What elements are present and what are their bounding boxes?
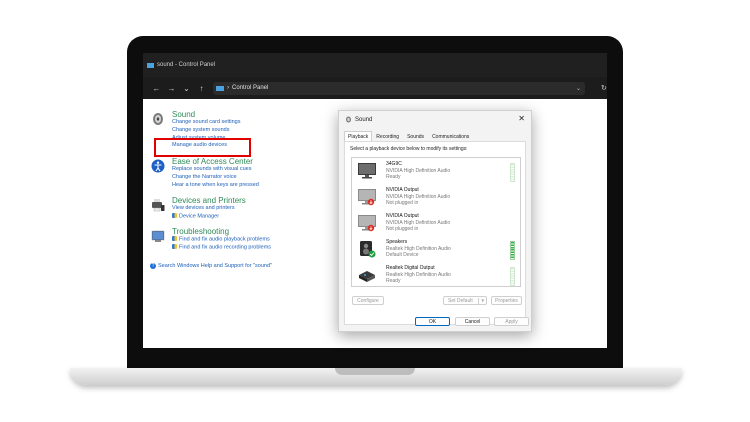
device-name: NVIDIA Output — [386, 213, 419, 219]
volume-level-meter — [510, 241, 515, 260]
shield-icon — [172, 212, 177, 218]
link-change-narrator-voice[interactable]: Change the Narrator voice — [172, 174, 332, 182]
device-name: NVIDIA Output — [386, 187, 419, 193]
link-hear-tone-keys[interactable]: Hear a tone when keys are pressed — [172, 182, 332, 190]
device-name: 34G9C — [386, 161, 402, 167]
speaker-icon — [153, 113, 163, 125]
address-bar: ← → ⌄ ↑ › Control Panel ⌄ ↻ — [143, 77, 607, 99]
control-panel-icon — [147, 62, 154, 68]
monitor-unplugged-icon — [358, 215, 376, 232]
device-status: Not plugged in — [386, 200, 419, 206]
address-dropdown-icon[interactable]: ⌄ — [576, 85, 581, 92]
device-driver: Realtek High Definition Audio — [386, 271, 451, 278]
window-titlebar: sound - Control Panel — [143, 53, 607, 77]
device-status: Ready — [386, 174, 401, 180]
device-driver: Realtek High Definition Audio — [386, 245, 451, 252]
up-arrow-icon[interactable]: ↑ — [194, 84, 209, 93]
laptop-notch — [335, 368, 415, 375]
link-replace-sounds-visual-cues[interactable]: Replace sounds with visual cues — [172, 166, 332, 174]
cancel-button[interactable]: Cancel — [455, 317, 490, 326]
link-view-devices-printers[interactable]: View devices and printers — [172, 205, 332, 213]
link-change-sound-card-settings[interactable]: Change sound card settings — [172, 119, 332, 127]
section-title-sound[interactable]: Sound — [172, 110, 332, 119]
speakers-default-icon — [360, 241, 376, 258]
ok-button[interactable]: OK — [415, 317, 450, 326]
help-icon: ? — [150, 263, 156, 269]
control-panel-folder-icon — [216, 85, 224, 91]
set-default-dropdown-icon[interactable]: ▾ — [478, 297, 484, 304]
volume-level-meter — [510, 163, 515, 182]
apply-button[interactable]: Apply — [494, 317, 529, 326]
highlight-box — [154, 138, 251, 157]
breadcrumb-control-panel[interactable]: Control Panel — [232, 85, 268, 91]
search-help-label: Search Windows Help and Support for "sou… — [158, 263, 272, 269]
device-item[interactable]: Realtek Digital Output Realtek High Defi… — [352, 264, 520, 290]
ease-of-access-icon — [151, 159, 165, 173]
refresh-icon[interactable]: ↻ — [601, 84, 607, 92]
speaker-icon — [346, 116, 351, 123]
window-title: sound - Control Panel — [157, 62, 216, 68]
device-item[interactable]: NVIDIA Output NVIDIA High Definition Aud… — [352, 186, 520, 212]
device-driver: NVIDIA High Definition Audio — [386, 193, 451, 200]
shield-icon — [172, 244, 177, 250]
section-title-devices-printers[interactable]: Devices and Printers — [172, 196, 332, 205]
breadcrumb-separator: › — [227, 85, 229, 91]
section-title-troubleshooting[interactable]: Troubleshooting — [172, 227, 332, 236]
recent-locations-chevron-icon[interactable]: ⌄ — [179, 84, 194, 93]
link-fix-audio-recording-label: Find and fix audio recording problems — [179, 244, 272, 251]
volume-level-meter — [510, 267, 515, 286]
address-field[interactable]: › Control Panel ⌄ — [213, 81, 585, 95]
back-arrow-icon[interactable]: ← — [149, 84, 164, 93]
troubleshooting-icon — [151, 230, 165, 242]
dialog-title: Sound — [355, 116, 373, 123]
monitor-unplugged-icon — [358, 189, 376, 206]
properties-button[interactable]: Properties — [491, 296, 522, 305]
monitor-icon — [358, 163, 376, 179]
digital-output-icon — [359, 271, 375, 282]
link-fix-audio-playback[interactable]: Find and fix audio playback problems — [172, 236, 332, 244]
device-item-default[interactable]: Speakers Realtek High Definition Audio D… — [352, 238, 520, 264]
link-fix-audio-playback-label: Find and fix audio playback problems — [179, 236, 270, 243]
set-default-button[interactable]: Set Default ▾ — [443, 296, 487, 305]
close-icon[interactable]: ✕ — [518, 114, 525, 123]
playback-instruction: Select a playback device below to modify… — [350, 146, 468, 152]
device-item[interactable]: NVIDIA Output NVIDIA High Definition Aud… — [352, 212, 520, 238]
sound-dialog: Sound ✕ Playback Recording Sounds Commun… — [338, 110, 532, 332]
device-status: Not plugged in — [386, 226, 419, 232]
device-driver: NVIDIA High Definition Audio — [386, 167, 451, 174]
playback-panel: Select a playback device below to modify… — [344, 141, 526, 325]
link-change-system-sounds[interactable]: Change system sounds — [172, 127, 332, 135]
device-list[interactable]: 34G9C NVIDIA High Definition Audio Ready… — [351, 157, 521, 287]
link-fix-audio-recording[interactable]: Find and fix audio recording problems — [172, 244, 332, 252]
device-driver: NVIDIA High Definition Audio — [386, 219, 451, 226]
device-name: Realtek Digital Output — [386, 265, 435, 271]
link-device-manager-label: Device Manager — [179, 213, 220, 220]
device-status: Ready — [386, 278, 401, 284]
devices-printers-icon — [152, 199, 165, 212]
search-help-link[interactable]: ? Search Windows Help and Support for "s… — [150, 263, 272, 269]
configure-button[interactable]: Configure — [352, 296, 384, 305]
device-item[interactable]: 34G9C NVIDIA High Definition Audio Ready — [352, 160, 520, 186]
shield-icon — [172, 236, 177, 241]
device-name: Speakers — [386, 239, 408, 245]
device-status: Default Device — [386, 252, 419, 258]
dialog-titlebar: Sound — [345, 116, 372, 123]
link-device-manager[interactable]: Device Manager — [172, 212, 332, 221]
forward-arrow-icon[interactable]: → — [164, 84, 179, 93]
set-default-label: Set Default — [448, 297, 473, 304]
section-title-ease-of-access[interactable]: Ease of Access Center — [172, 157, 332, 166]
